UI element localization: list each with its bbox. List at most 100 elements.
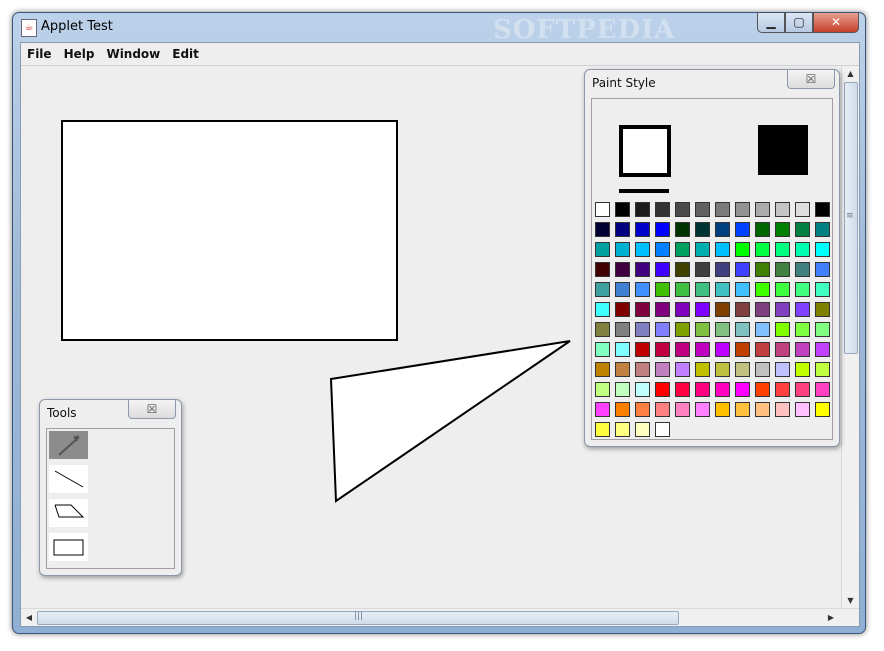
color-swatch[interactable] <box>695 402 710 417</box>
select-arrow-icon[interactable] <box>49 431 88 459</box>
color-swatch[interactable] <box>595 382 610 397</box>
color-swatch[interactable] <box>815 342 830 357</box>
color-swatch[interactable] <box>755 342 770 357</box>
color-swatch[interactable] <box>735 342 750 357</box>
color-swatch[interactable] <box>715 242 730 257</box>
color-swatch[interactable] <box>755 282 770 297</box>
close-button[interactable]: ✕ <box>813 13 859 33</box>
color-swatch[interactable] <box>695 262 710 277</box>
polygon-tool-icon[interactable] <box>49 499 88 527</box>
color-swatch[interactable] <box>695 342 710 357</box>
color-swatch[interactable] <box>755 262 770 277</box>
color-swatch[interactable] <box>615 222 630 237</box>
color-swatch[interactable] <box>755 202 770 217</box>
menu-file[interactable]: File <box>21 43 58 65</box>
color-swatch[interactable] <box>635 322 650 337</box>
color-swatch[interactable] <box>595 342 610 357</box>
color-swatch[interactable] <box>675 242 690 257</box>
color-swatch[interactable] <box>715 202 730 217</box>
color-swatch[interactable] <box>735 302 750 317</box>
scroll-up-arrow-icon[interactable]: ▲ <box>842 66 859 82</box>
rectangle-tool-icon[interactable] <box>49 533 88 561</box>
color-swatch[interactable] <box>795 322 810 337</box>
color-swatch[interactable] <box>735 262 750 277</box>
color-swatch[interactable] <box>675 222 690 237</box>
color-swatch[interactable] <box>655 402 670 417</box>
line-tool-icon[interactable] <box>49 465 88 493</box>
color-swatch[interactable] <box>615 382 630 397</box>
color-swatch[interactable] <box>815 282 830 297</box>
menu-edit[interactable]: Edit <box>166 43 205 65</box>
color-swatch[interactable] <box>715 382 730 397</box>
color-swatch[interactable] <box>655 202 670 217</box>
color-swatch[interactable] <box>795 262 810 277</box>
color-swatch[interactable] <box>675 402 690 417</box>
color-swatch[interactable] <box>815 362 830 377</box>
color-swatch[interactable] <box>715 402 730 417</box>
color-swatch[interactable] <box>735 382 750 397</box>
color-swatch[interactable] <box>615 322 630 337</box>
color-swatch[interactable] <box>735 282 750 297</box>
color-swatch[interactable] <box>655 262 670 277</box>
stroke-width-preview[interactable] <box>619 189 669 193</box>
color-swatch[interactable] <box>655 242 670 257</box>
color-swatch[interactable] <box>795 402 810 417</box>
color-swatch[interactable] <box>695 362 710 377</box>
color-swatch[interactable] <box>755 302 770 317</box>
menu-window[interactable]: Window <box>100 43 166 65</box>
title-bar[interactable]: ☕ Applet Test SOFTPEDIA ▁ ▢ ✕ <box>13 13 865 45</box>
color-swatch[interactable] <box>695 322 710 337</box>
color-swatch[interactable] <box>695 242 710 257</box>
color-swatch[interactable] <box>675 262 690 277</box>
color-swatch[interactable] <box>795 242 810 257</box>
color-swatch[interactable] <box>815 242 830 257</box>
color-swatch[interactable] <box>775 402 790 417</box>
color-swatch[interactable] <box>655 322 670 337</box>
color-swatch[interactable] <box>655 382 670 397</box>
color-swatch[interactable] <box>635 282 650 297</box>
color-swatch[interactable] <box>795 362 810 377</box>
color-swatch[interactable] <box>775 382 790 397</box>
color-swatch[interactable] <box>795 282 810 297</box>
color-swatch[interactable] <box>615 262 630 277</box>
color-swatch[interactable] <box>595 242 610 257</box>
color-swatch[interactable] <box>755 222 770 237</box>
color-swatch[interactable] <box>815 322 830 337</box>
color-swatch[interactable] <box>775 202 790 217</box>
color-swatch[interactable] <box>675 302 690 317</box>
color-swatch[interactable] <box>815 202 830 217</box>
color-swatch[interactable] <box>815 382 830 397</box>
color-swatch[interactable] <box>635 362 650 377</box>
color-swatch[interactable] <box>635 222 650 237</box>
color-swatch[interactable] <box>635 262 650 277</box>
color-swatch[interactable] <box>695 222 710 237</box>
color-swatch[interactable] <box>635 382 650 397</box>
minimize-button[interactable]: ▁ <box>757 13 785 33</box>
color-swatch[interactable] <box>775 222 790 237</box>
color-swatch[interactable] <box>735 322 750 337</box>
color-swatch[interactable] <box>755 382 770 397</box>
color-swatch[interactable] <box>595 322 610 337</box>
horizontal-scrollbar[interactable]: ◀ ||| ▶ <box>21 608 859 626</box>
color-swatch[interactable] <box>635 302 650 317</box>
color-swatch[interactable] <box>675 342 690 357</box>
color-swatch[interactable] <box>655 422 670 437</box>
color-swatch[interactable] <box>715 302 730 317</box>
color-swatch[interactable] <box>795 382 810 397</box>
color-swatch[interactable] <box>695 382 710 397</box>
color-swatch[interactable] <box>715 322 730 337</box>
color-swatch[interactable] <box>775 322 790 337</box>
color-swatch[interactable] <box>655 282 670 297</box>
color-swatch[interactable] <box>795 222 810 237</box>
color-swatch[interactable] <box>595 302 610 317</box>
color-swatch[interactable] <box>675 322 690 337</box>
color-swatch[interactable] <box>675 282 690 297</box>
color-swatch[interactable] <box>775 242 790 257</box>
color-swatch[interactable] <box>615 302 630 317</box>
color-swatch[interactable] <box>635 202 650 217</box>
triangle-shape[interactable] <box>326 336 576 506</box>
color-swatch[interactable] <box>715 222 730 237</box>
color-swatch[interactable] <box>635 422 650 437</box>
color-swatch[interactable] <box>815 402 830 417</box>
color-swatch[interactable] <box>595 202 610 217</box>
